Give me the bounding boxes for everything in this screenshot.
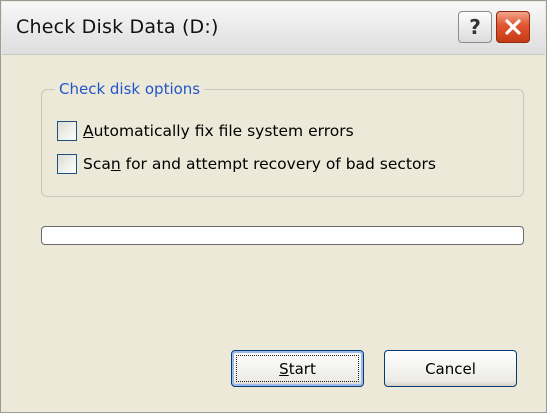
check-disk-options-group	[41, 89, 524, 197]
auto-fix-checkbox[interactable]	[57, 121, 77, 141]
auto-fix-option[interactable]: Automatically fix file system errors	[57, 120, 354, 142]
check-disk-dialog: Check Disk Data (D:) ? Check disk option…	[0, 0, 547, 413]
start-button[interactable]: Start	[231, 350, 364, 387]
close-button[interactable]	[496, 11, 530, 43]
auto-fix-label[interactable]: Automatically fix file system errors	[83, 122, 354, 140]
scan-recover-label[interactable]: Scan for and attempt recovery of bad sec…	[83, 155, 436, 173]
scan-recover-checkbox[interactable]	[57, 154, 77, 174]
cancel-button[interactable]: Cancel	[384, 350, 517, 387]
group-label: Check disk options	[55, 80, 205, 98]
cancel-button-label: Cancel	[425, 359, 476, 378]
title-bar[interactable]: Check Disk Data (D:) ?	[2, 2, 545, 55]
start-button-label: Start	[279, 359, 316, 378]
window-title: Check Disk Data (D:)	[16, 16, 219, 38]
help-button[interactable]: ?	[458, 11, 492, 43]
close-icon	[505, 19, 521, 35]
question-mark-icon: ?	[469, 15, 481, 39]
progress-bar	[41, 226, 524, 245]
scan-recover-option[interactable]: Scan for and attempt recovery of bad sec…	[57, 153, 436, 175]
